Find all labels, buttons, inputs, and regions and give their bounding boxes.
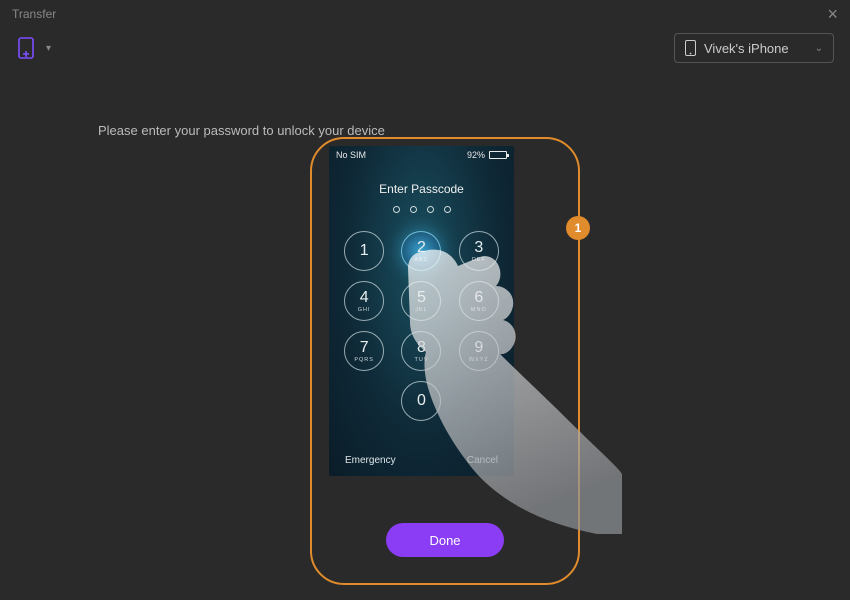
battery-icon bbox=[489, 151, 507, 159]
key-0[interactable]: 0 bbox=[401, 381, 441, 421]
cancel-button[interactable]: Cancel bbox=[467, 455, 498, 466]
add-device-button[interactable]: ▾ bbox=[16, 37, 51, 59]
chevron-down-icon: ▾ bbox=[46, 43, 51, 54]
status-left: No SIM bbox=[336, 150, 366, 160]
device-selector[interactable]: Vivek's iPhone ⌄ bbox=[674, 33, 834, 63]
phone-icon bbox=[685, 40, 696, 56]
device-add-icon bbox=[16, 37, 36, 59]
window-title: Transfer bbox=[12, 7, 56, 21]
passcode-title: Enter Passcode bbox=[329, 182, 514, 196]
key-7[interactable]: 7PQRS bbox=[344, 331, 384, 371]
phone-frame: 1 No SIM 92% Enter Passcode 1 2ABC 3DEF … bbox=[310, 137, 580, 585]
key-3[interactable]: 3DEF bbox=[459, 231, 499, 271]
passcode-dots bbox=[329, 206, 514, 213]
done-button[interactable]: Done bbox=[386, 523, 504, 557]
close-icon[interactable]: × bbox=[827, 5, 838, 23]
key-4[interactable]: 4GHI bbox=[344, 281, 384, 321]
key-6[interactable]: 6MNO bbox=[459, 281, 499, 321]
instruction-text: Please enter your password to unlock you… bbox=[98, 123, 385, 138]
key-2[interactable]: 2ABC bbox=[401, 231, 441, 271]
battery-percent: 92% bbox=[467, 150, 485, 160]
keypad: 1 2ABC 3DEF 4GHI 5JKL 6MNO 7PQRS 8TUV 9W… bbox=[342, 231, 502, 421]
key-9[interactable]: 9WXYZ bbox=[459, 331, 499, 371]
key-1[interactable]: 1 bbox=[344, 231, 384, 271]
device-name: Vivek's iPhone bbox=[704, 41, 789, 56]
phone-screen: No SIM 92% Enter Passcode 1 2ABC 3DEF 4G… bbox=[329, 146, 514, 476]
chevron-down-icon: ⌄ bbox=[815, 43, 823, 54]
emergency-button[interactable]: Emergency bbox=[345, 455, 396, 466]
step-badge: 1 bbox=[566, 216, 590, 240]
key-5[interactable]: 5JKL bbox=[401, 281, 441, 321]
key-8[interactable]: 8TUV bbox=[401, 331, 441, 371]
